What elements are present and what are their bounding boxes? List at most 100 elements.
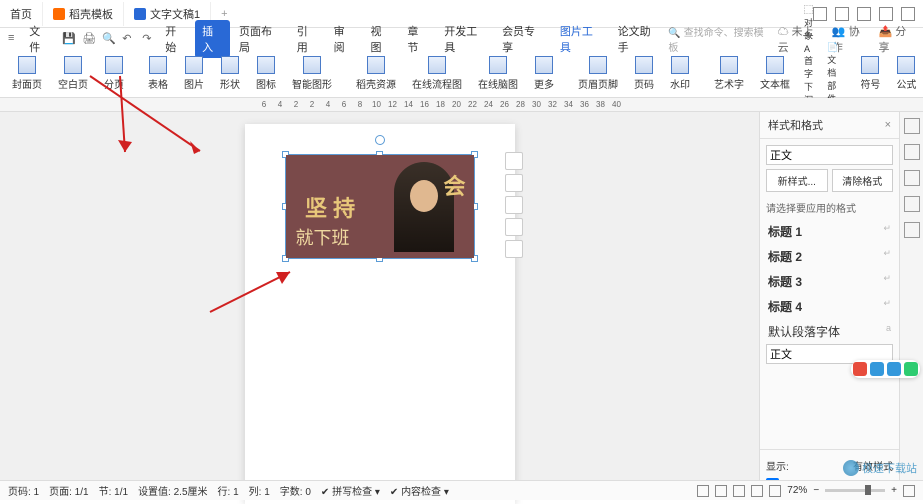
menu-review[interactable]: 审阅 [327, 20, 362, 58]
rib-table[interactable]: 表格 [142, 54, 174, 93]
panel-close-icon[interactable]: × [885, 119, 891, 131]
menu-view[interactable]: 视图 [364, 20, 399, 58]
ai-red-icon[interactable] [853, 362, 867, 376]
minimize-icon[interactable] [857, 7, 871, 21]
page[interactable]: 坚 持 会 就下班 [245, 124, 515, 504]
view-normal-icon[interactable] [697, 485, 709, 497]
undo-icon[interactable]: ↶ [122, 32, 136, 46]
chart-icon[interactable] [904, 196, 920, 212]
rib-icon[interactable]: 图标 [250, 54, 282, 93]
rib-equation[interactable]: 公式 [890, 54, 922, 93]
layout-options-icon[interactable] [505, 152, 523, 170]
search-box[interactable]: 🔍 查找命令、搜索模板 [668, 24, 767, 54]
fullscreen-icon[interactable] [903, 485, 915, 497]
style-heading3[interactable]: 标题 3↵ [766, 269, 893, 294]
rib-wordart[interactable]: 艺术字 [708, 54, 750, 93]
ruler[interactable]: 642 246 81012 141618 202224 262830 32343… [0, 98, 923, 112]
rib-docparts[interactable]: 📄 文档部件 [827, 42, 838, 105]
rib-picture[interactable]: 图片 [178, 54, 210, 93]
style-default-font[interactable]: 默认段落字体a [766, 319, 893, 344]
sb-pos[interactable]: 设置值: 2.5厘米 [138, 483, 207, 498]
zoom-slider[interactable] [825, 489, 885, 492]
properties-icon[interactable] [904, 118, 920, 134]
rib-pagebreak[interactable]: 分页 [98, 54, 130, 93]
rib-more[interactable]: 更多 [528, 54, 560, 93]
clear-format-button[interactable]: 清除格式 [832, 169, 894, 192]
replace-icon[interactable] [505, 218, 523, 236]
save-icon[interactable]: 💾 [62, 32, 76, 46]
style-heading4[interactable]: 标题 4↵ [766, 294, 893, 319]
zoom-in[interactable]: + [891, 485, 897, 496]
rib-smartart[interactable]: 智能图形 [286, 54, 338, 93]
rib-coverpage[interactable]: 封面页 [6, 54, 48, 93]
sb-spell[interactable]: ✔ 拼写检查 ▾ [321, 483, 380, 498]
rib-dropcap[interactable]: A 首字下沉 [804, 44, 815, 106]
rotate-icon[interactable] [505, 196, 523, 214]
view-print-icon[interactable] [751, 485, 763, 497]
style-heading2[interactable]: 标题 2↵ [766, 244, 893, 269]
statusbar: 页码: 1 页面: 1/1 节: 1/1 设置值: 2.5厘米 行: 1 列: … [0, 480, 923, 500]
menubar: ≡ 文件 💾 🖨 🔍 ↶ ↷ 开始 插入 页面布局 引用 审阅 视图 章节 开发… [0, 28, 923, 50]
app-icon[interactable] [835, 7, 849, 21]
sb-col[interactable]: 列: 1 [249, 483, 270, 498]
menu-dev[interactable]: 开发工具 [437, 20, 493, 58]
maximize-icon[interactable] [879, 7, 893, 21]
menu-icon[interactable]: ≡ [8, 32, 21, 46]
rib-blankpage[interactable]: 空白页 [52, 54, 94, 93]
sb-pagenum[interactable]: 页码: 1 [8, 483, 39, 498]
preview-icon[interactable]: 🔍 [102, 32, 116, 46]
zoom-out[interactable]: − [813, 485, 819, 496]
rib-resources[interactable]: 稻壳资源 [350, 54, 402, 93]
instruction-label: 请选择要应用的格式 [766, 200, 893, 215]
menu-insert[interactable]: 插入 [195, 20, 230, 58]
wordart-icon [720, 56, 738, 74]
zoom-value[interactable]: 72% [787, 485, 807, 496]
select-icon[interactable] [904, 144, 920, 160]
rib-flowchart[interactable]: 在线流程图 [406, 54, 468, 93]
menu-start[interactable]: 开始 [158, 20, 193, 58]
menu-section[interactable]: 章节 [400, 20, 435, 58]
view-outline-icon[interactable] [715, 485, 727, 497]
sb-docfix[interactable]: ✔ 内容检查 ▾ [390, 483, 449, 498]
new-style-button[interactable]: 新样式... [766, 169, 828, 192]
selected-image[interactable]: 坚 持 会 就下班 [285, 154, 475, 259]
rib-watermark[interactable]: 水印 [664, 54, 696, 93]
style-heading1[interactable]: 标题 1↵ [766, 219, 893, 244]
rib-headerfooter[interactable]: 页眉页脚 [572, 54, 624, 93]
view-read-icon[interactable] [769, 485, 781, 497]
menu-pictools[interactable]: 图片工具 [553, 20, 609, 58]
rib-mindmap[interactable]: 在线脑图 [472, 54, 524, 93]
share-button[interactable]: 📤 分享 [878, 23, 915, 55]
sb-line[interactable]: 行: 1 [218, 483, 239, 498]
canvas[interactable]: 坚 持 会 就下班 [0, 112, 759, 500]
sb-chars[interactable]: 字数: 0 [280, 483, 311, 498]
close-icon[interactable] [901, 7, 915, 21]
print-icon[interactable]: 🖨 [82, 32, 96, 46]
file-menu[interactable]: 文件 [23, 21, 56, 57]
rib-pagenum[interactable]: 页码 [628, 54, 660, 93]
sb-section[interactable]: 节: 1/1 [99, 483, 128, 498]
redo-icon[interactable]: ↷ [142, 32, 156, 46]
view-web-icon[interactable] [733, 485, 745, 497]
menu-ref[interactable]: 引用 [290, 20, 325, 58]
more-options-icon[interactable] [505, 240, 523, 258]
current-style-input[interactable] [766, 145, 893, 165]
menu-layout[interactable]: 页面布局 [232, 20, 288, 58]
image-text-topright: 会 [443, 169, 465, 201]
watermark: 极速下载站 [843, 460, 917, 476]
styles-panel: 样式和格式 × 新样式... 清除格式 请选择要应用的格式 标题 1↵ 标题 2… [759, 112, 899, 500]
settings-icon[interactable] [904, 222, 920, 238]
rib-shape[interactable]: 形状 [214, 54, 246, 93]
ai-voice-icon[interactable] [887, 362, 901, 376]
crop-icon[interactable] [505, 174, 523, 192]
ai-blue-icon[interactable] [870, 362, 884, 376]
rib-textbox[interactable]: 文本框 [754, 54, 796, 93]
rib-symbol[interactable]: 符号 [854, 54, 886, 93]
menu-thesis[interactable]: 论文助手 [611, 20, 667, 58]
rotate-handle[interactable] [375, 135, 385, 145]
rib-object[interactable]: ⬚ 对象 [804, 3, 815, 42]
shapes-icon[interactable] [904, 170, 920, 186]
sb-pages[interactable]: 页面: 1/1 [49, 483, 88, 498]
ai-green-icon[interactable] [904, 362, 918, 376]
menu-member[interactable]: 会员专享 [495, 20, 551, 58]
